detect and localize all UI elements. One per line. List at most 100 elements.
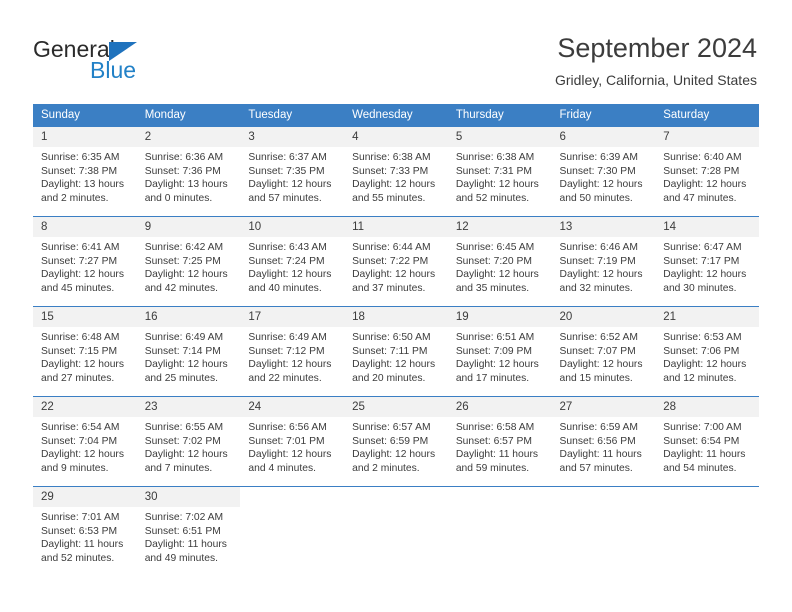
daylight-text-line1: Daylight: 12 hours xyxy=(248,269,332,281)
sunrise-text: Sunrise: 6:41 AM xyxy=(41,242,120,253)
sunset-text: Sunset: 7:19 PM xyxy=(559,255,636,267)
day-cell[interactable]: 6 Sunrise: 6:39 AM Sunset: 7:30 PM Dayli… xyxy=(551,126,656,217)
day-cell[interactable]: 21 Sunrise: 6:53 AM Sunset: 7:06 PM Dayl… xyxy=(655,306,759,397)
day-cell[interactable]: 30 Sunrise: 7:02 AM Sunset: 6:51 PM Dayl… xyxy=(136,486,241,576)
day-cell[interactable]: 7 Sunrise: 6:40 AM Sunset: 7:28 PM Dayli… xyxy=(655,126,759,217)
daylight-text-line2: and 15 minutes. xyxy=(559,372,633,384)
weekday-header-monday: Monday xyxy=(136,104,241,127)
day-cell[interactable]: 14 Sunrise: 6:47 AM Sunset: 7:17 PM Dayl… xyxy=(655,216,759,307)
sunset-text: Sunset: 7:11 PM xyxy=(352,345,428,357)
day-cell[interactable]: 23 Sunrise: 6:55 AM Sunset: 7:02 PM Dayl… xyxy=(136,396,241,487)
day-details: Sunrise: 6:56 AM Sunset: 7:01 PM Dayligh… xyxy=(240,417,344,475)
sunset-text: Sunset: 6:56 PM xyxy=(559,435,636,447)
daylight-text-line1: Daylight: 11 hours xyxy=(455,449,539,461)
day-cell[interactable]: 1 Sunrise: 6:35 AM Sunset: 7:38 PM Dayli… xyxy=(33,126,137,217)
day-cell[interactable]: 10 Sunrise: 6:43 AM Sunset: 7:24 PM Dayl… xyxy=(240,216,345,307)
daylight-text-line2: and 59 minutes. xyxy=(455,462,530,474)
daylight-text-line2: and 22 minutes. xyxy=(248,372,322,384)
sunset-text: Sunset: 7:31 PM xyxy=(455,165,532,177)
day-cell[interactable]: 17 Sunrise: 6:49 AM Sunset: 7:12 PM Dayl… xyxy=(240,306,345,397)
sunset-text: Sunset: 7:06 PM xyxy=(663,345,740,357)
sunrise-text: Sunrise: 6:45 AM xyxy=(455,242,535,253)
day-number: 20 xyxy=(551,307,656,327)
day-cell-empty xyxy=(655,486,759,576)
day-cell-empty xyxy=(344,486,448,576)
daylight-text-line2: and 57 minutes. xyxy=(559,462,633,474)
sunset-text: Sunset: 7:27 PM xyxy=(41,255,118,267)
day-number: 4 xyxy=(344,127,448,147)
day-details: Sunrise: 6:41 AM Sunset: 7:27 PM Dayligh… xyxy=(33,237,137,295)
daylight-text-line2: and 7 minutes. xyxy=(144,462,213,474)
daylight-text-line2: and 45 minutes. xyxy=(41,282,115,294)
daylight-text-line1: Daylight: 12 hours xyxy=(352,449,436,461)
day-number: 12 xyxy=(447,217,552,237)
daylight-text-line1: Daylight: 12 hours xyxy=(455,359,539,371)
day-cell[interactable]: 8 Sunrise: 6:41 AM Sunset: 7:27 PM Dayli… xyxy=(33,216,137,307)
sunset-text: Sunset: 6:59 PM xyxy=(352,435,429,447)
sunset-text: Sunset: 7:14 PM xyxy=(144,345,221,357)
day-details: Sunrise: 6:39 AM Sunset: 7:30 PM Dayligh… xyxy=(552,147,656,205)
daylight-text-line2: and 37 minutes. xyxy=(352,282,426,294)
day-cell[interactable]: 12 Sunrise: 6:45 AM Sunset: 7:20 PM Dayl… xyxy=(447,216,552,307)
day-cell[interactable]: 15 Sunrise: 6:48 AM Sunset: 7:15 PM Dayl… xyxy=(33,306,137,397)
day-number: 15 xyxy=(33,307,137,327)
day-number xyxy=(551,487,656,495)
day-number: 30 xyxy=(136,487,241,507)
daylight-text-line2: and 2 minutes. xyxy=(352,462,420,474)
day-number: 8 xyxy=(33,217,137,237)
day-cell[interactable]: 4 Sunrise: 6:38 AM Sunset: 7:33 PM Dayli… xyxy=(344,126,448,217)
day-details: Sunrise: 6:50 AM Sunset: 7:11 PM Dayligh… xyxy=(344,327,448,385)
sunrise-text: Sunrise: 7:00 AM xyxy=(663,422,742,433)
day-cell[interactable]: 2 Sunrise: 6:36 AM Sunset: 7:36 PM Dayli… xyxy=(136,126,241,217)
day-cell[interactable]: 5 Sunrise: 6:38 AM Sunset: 7:31 PM Dayli… xyxy=(447,126,552,217)
daylight-text-line2: and 50 minutes. xyxy=(559,192,633,204)
day-number: 10 xyxy=(240,217,345,237)
day-cell-empty xyxy=(447,486,552,576)
sunset-text: Sunset: 6:51 PM xyxy=(144,525,221,537)
day-number: 25 xyxy=(344,397,448,417)
daylight-text-line2: and 12 minutes. xyxy=(663,372,737,384)
daylight-text-line2: and 54 minutes. xyxy=(663,462,737,474)
day-cell[interactable]: 18 Sunrise: 6:50 AM Sunset: 7:11 PM Dayl… xyxy=(344,306,448,397)
sunset-text: Sunset: 7:33 PM xyxy=(352,165,429,177)
day-cell[interactable]: 13 Sunrise: 6:46 AM Sunset: 7:19 PM Dayl… xyxy=(551,216,656,307)
day-number: 17 xyxy=(240,307,345,327)
day-number: 27 xyxy=(551,397,656,417)
day-number: 24 xyxy=(240,397,345,417)
day-details: Sunrise: 6:51 AM Sunset: 7:09 PM Dayligh… xyxy=(448,327,552,385)
day-details: Sunrise: 6:46 AM Sunset: 7:19 PM Dayligh… xyxy=(552,237,656,295)
sunset-text: Sunset: 7:30 PM xyxy=(559,165,636,177)
day-cell[interactable]: 19 Sunrise: 6:51 AM Sunset: 7:09 PM Dayl… xyxy=(447,306,552,397)
calendar-week-row: 15 Sunrise: 6:48 AM Sunset: 7:15 PM Dayl… xyxy=(33,306,759,397)
day-cell[interactable]: 22 Sunrise: 6:54 AM Sunset: 7:04 PM Dayl… xyxy=(33,396,137,487)
day-cell[interactable]: 3 Sunrise: 6:37 AM Sunset: 7:35 PM Dayli… xyxy=(240,126,345,217)
sunrise-text: Sunrise: 6:38 AM xyxy=(352,152,431,163)
sunrise-text: Sunrise: 7:02 AM xyxy=(144,512,224,523)
day-details: Sunrise: 6:58 AM Sunset: 6:57 PM Dayligh… xyxy=(448,417,552,475)
sunrise-text: Sunrise: 6:56 AM xyxy=(248,422,327,433)
day-details: Sunrise: 6:48 AM Sunset: 7:15 PM Dayligh… xyxy=(33,327,137,385)
day-details: Sunrise: 6:49 AM Sunset: 7:14 PM Dayligh… xyxy=(137,327,241,385)
sunrise-text: Sunrise: 6:51 AM xyxy=(455,332,535,343)
day-cell[interactable]: 26 Sunrise: 6:58 AM Sunset: 6:57 PM Dayl… xyxy=(447,396,552,487)
day-cell[interactable]: 27 Sunrise: 6:59 AM Sunset: 6:56 PM Dayl… xyxy=(551,396,656,487)
daylight-text-line1: Daylight: 12 hours xyxy=(559,179,643,191)
day-number: 18 xyxy=(344,307,448,327)
day-details: Sunrise: 7:02 AM Sunset: 6:51 PM Dayligh… xyxy=(137,507,241,565)
day-cell[interactable]: 29 Sunrise: 7:01 AM Sunset: 6:53 PM Dayl… xyxy=(33,486,137,576)
day-cell[interactable]: 16 Sunrise: 6:49 AM Sunset: 7:14 PM Dayl… xyxy=(136,306,241,397)
daylight-text-line1: Daylight: 12 hours xyxy=(352,359,436,371)
sunset-text: Sunset: 7:24 PM xyxy=(248,255,325,267)
daylight-text-line1: Daylight: 11 hours xyxy=(663,449,746,461)
day-details: Sunrise: 6:45 AM Sunset: 7:20 PM Dayligh… xyxy=(448,237,552,295)
day-cell[interactable]: 25 Sunrise: 6:57 AM Sunset: 6:59 PM Dayl… xyxy=(344,396,448,487)
sunset-text: Sunset: 7:12 PM xyxy=(248,345,325,357)
day-cell[interactable]: 11 Sunrise: 6:44 AM Sunset: 7:22 PM Dayl… xyxy=(344,216,448,307)
day-cell[interactable]: 9 Sunrise: 6:42 AM Sunset: 7:25 PM Dayli… xyxy=(136,216,241,307)
day-cell[interactable]: 20 Sunrise: 6:52 AM Sunset: 7:07 PM Dayl… xyxy=(551,306,656,397)
day-number: 23 xyxy=(136,397,241,417)
day-number: 14 xyxy=(655,217,759,237)
day-cell[interactable]: 28 Sunrise: 7:00 AM Sunset: 6:54 PM Dayl… xyxy=(655,396,759,487)
calendar-week-row: 1 Sunrise: 6:35 AM Sunset: 7:38 PM Dayli… xyxy=(33,126,759,217)
day-cell[interactable]: 24 Sunrise: 6:56 AM Sunset: 7:01 PM Dayl… xyxy=(240,396,345,487)
